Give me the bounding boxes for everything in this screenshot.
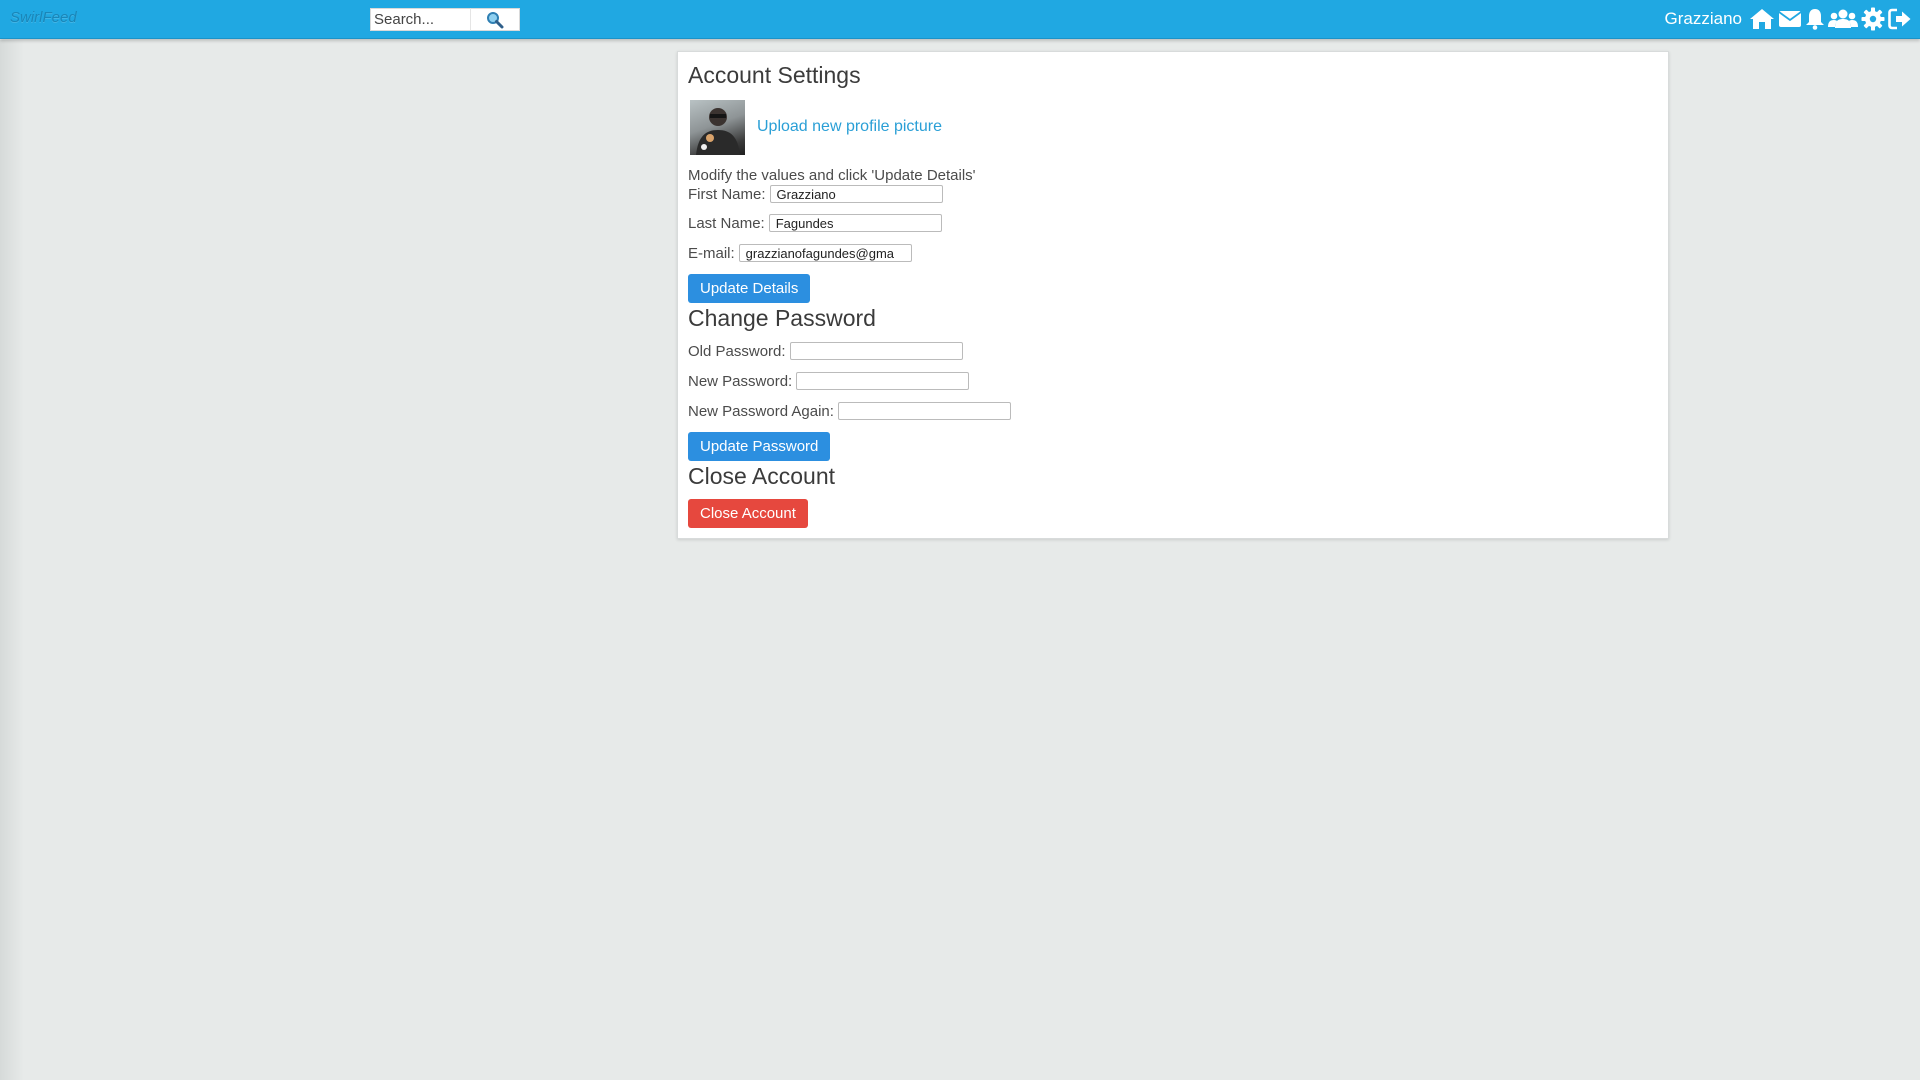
new-password-label: New Password:	[688, 372, 793, 390]
email-input[interactable]	[738, 244, 912, 262]
instructions-text: Modify the values and click 'Update Deta…	[688, 167, 976, 184]
new-password-again-label: New Password Again:	[688, 402, 834, 420]
site-logo[interactable]: SwirlFeed	[10, 9, 77, 26]
top-navbar: SwirlFeed Grazziano	[0, 0, 1920, 39]
new-password-again-input[interactable]	[837, 402, 1011, 420]
page-left-shadow	[0, 40, 24, 1080]
search-icon	[487, 11, 504, 28]
last-name-label: Last Name:	[688, 214, 765, 232]
old-password-input[interactable]	[789, 342, 963, 360]
search-button[interactable]	[470, 8, 520, 31]
change-password-title: Change Password	[688, 305, 876, 331]
upload-profile-picture-link[interactable]: Upload new profile picture	[757, 118, 942, 136]
new-password-again-row: New Password Again:	[688, 402, 1011, 420]
username-link[interactable]: Grazziano	[1665, 9, 1742, 29]
profile-picture	[690, 100, 745, 155]
old-password-label: Old Password:	[688, 342, 786, 360]
bell-icon[interactable]	[1805, 6, 1825, 32]
email-row: E-mail:	[688, 244, 912, 262]
update-details-button[interactable]: Update Details	[688, 274, 811, 303]
user-nav: Grazziano	[1665, 6, 1912, 32]
old-password-row: Old Password:	[688, 342, 963, 360]
sign-out-icon[interactable]	[1888, 6, 1912, 32]
search-form	[370, 8, 520, 31]
email-label: E-mail:	[688, 244, 735, 262]
first-name-input[interactable]	[769, 185, 943, 203]
close-account-button[interactable]: Close Account	[688, 499, 808, 528]
update-password-button[interactable]: Update Password	[688, 432, 831, 461]
first-name-row: First Name:	[688, 185, 943, 203]
new-password-row: New Password:	[688, 372, 970, 390]
close-account-title: Close Account	[688, 463, 836, 489]
users-icon[interactable]	[1828, 6, 1858, 32]
first-name-label: First Name:	[688, 185, 766, 203]
search-input[interactable]	[370, 8, 470, 31]
last-name-input[interactable]	[768, 214, 942, 232]
new-password-input[interactable]	[796, 372, 970, 390]
gear-icon[interactable]	[1861, 6, 1885, 32]
envelope-icon[interactable]	[1778, 6, 1802, 32]
last-name-row: Last Name:	[688, 214, 942, 232]
home-icon[interactable]	[1749, 6, 1775, 32]
account-settings-card: Account Settings Upload new profile pict…	[677, 51, 1669, 539]
account-settings-title: Account Settings	[688, 62, 861, 88]
